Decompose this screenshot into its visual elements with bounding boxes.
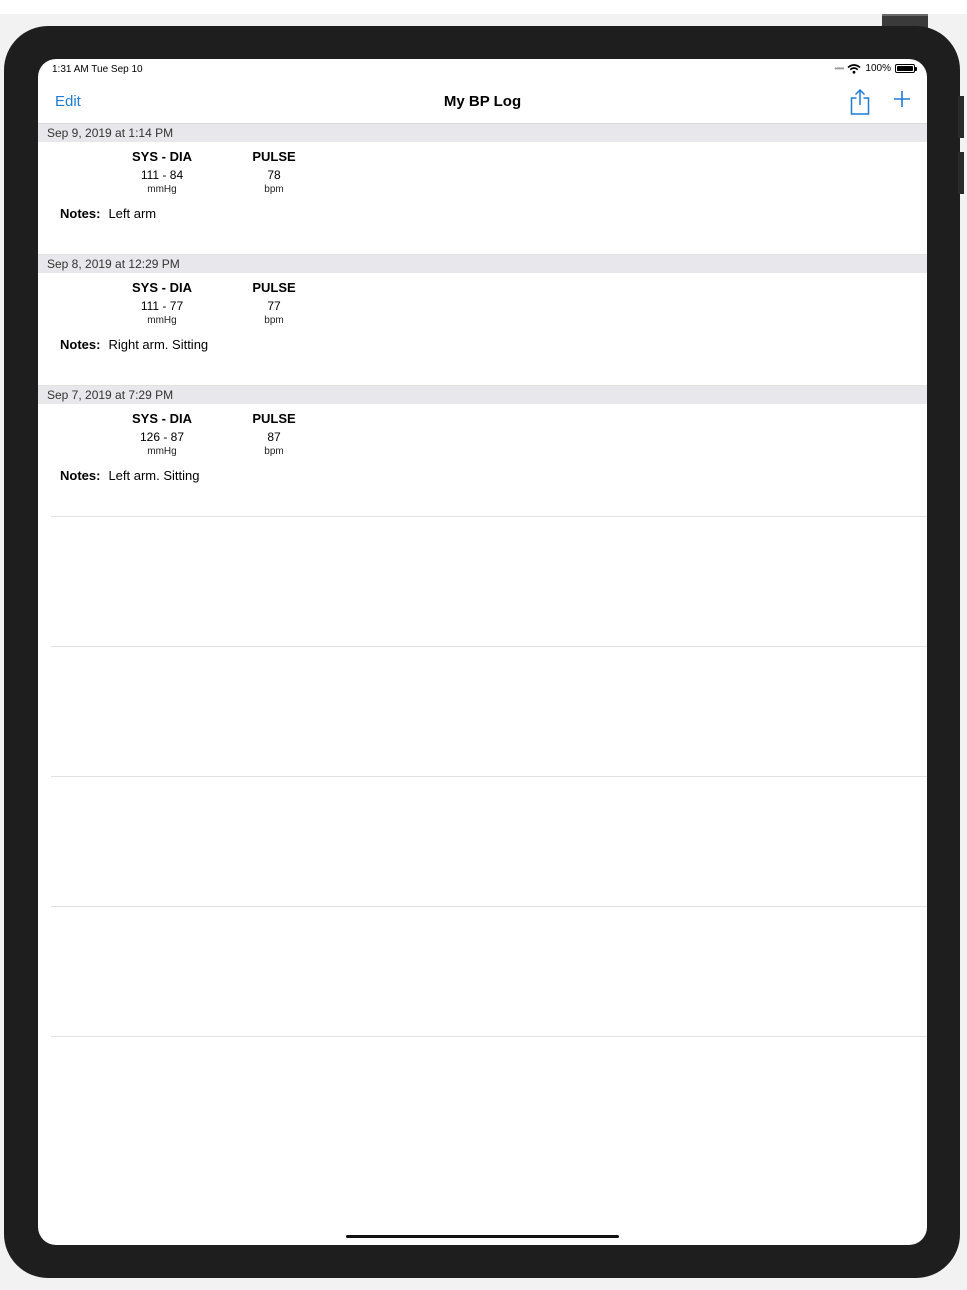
volume-up-button [958, 96, 964, 138]
pulse-column: PULSE 87 bpm [242, 411, 306, 457]
bp-log-list: Sep 9, 2019 at 1:14 PM SYS - DIA 111 - 8… [38, 124, 927, 1037]
pulse-label: PULSE [252, 411, 296, 426]
list-item[interactable]: SYS - DIA 111 - 77 mmHg PULSE 77 bpm Not… [38, 273, 927, 386]
pulse-label: PULSE [252, 149, 296, 164]
bp-unit: mmHg [147, 315, 177, 326]
pulse-unit: bpm [264, 446, 284, 457]
page-title: My BP Log [443, 93, 522, 110]
sys-dia-label: SYS - DIA [132, 411, 192, 426]
home-indicator[interactable] [346, 1235, 619, 1238]
notes-text: Right arm. Sitting [108, 337, 209, 352]
list-item[interactable]: SYS - DIA 111 - 84 mmHg PULSE 78 bpm Not… [38, 142, 927, 255]
bp-value: 111 - 77 [140, 299, 184, 313]
wifi-icon [847, 63, 861, 74]
entry-date-header: Sep 9, 2019 at 1:14 PM [38, 124, 927, 142]
bp-unit: mmHg [147, 446, 177, 457]
notes-text: Left arm. Sitting [108, 468, 200, 483]
entry-date-header: Sep 7, 2019 at 7:29 PM [38, 386, 927, 404]
status-time: 1:31 AM Tue Sep 10 [52, 64, 143, 75]
bp-value: 111 - 84 [140, 168, 184, 182]
app-screen: 1:31 AM Tue Sep 10 ••••• 100% Edit My BP… [38, 59, 927, 1245]
add-icon[interactable] [892, 89, 912, 109]
battery-icon [895, 64, 917, 73]
sys-dia-label: SYS - DIA [132, 280, 192, 295]
edit-button[interactable]: Edit [55, 93, 81, 110]
pulse-value: 78 [267, 168, 281, 182]
bp-column: SYS - DIA 111 - 84 mmHg [120, 149, 204, 195]
notes-label: Notes: [60, 468, 101, 483]
empty-row [51, 517, 927, 647]
bp-column: SYS - DIA 126 - 87 mmHg [120, 411, 204, 457]
pulse-column: PULSE 77 bpm [242, 280, 306, 326]
notes: Notes: Left arm. Sitting [60, 468, 200, 483]
notes-text: Left arm [108, 206, 157, 221]
notes-label: Notes: [60, 206, 101, 221]
status-indicators: ••••• 100% [834, 63, 917, 74]
share-icon[interactable] [849, 88, 871, 116]
signal-icon: ••••• [834, 64, 844, 73]
bp-value: 126 - 87 [139, 430, 185, 444]
empty-row [51, 907, 927, 1037]
volume-down-button [958, 152, 964, 194]
pulse-value: 87 [267, 430, 281, 444]
pulse-value: 77 [267, 299, 281, 313]
pulse-column: PULSE 78 bpm [242, 149, 306, 195]
bp-unit: mmHg [147, 184, 177, 195]
entry-date-header: Sep 8, 2019 at 12:29 PM [38, 255, 927, 273]
notes-label: Notes: [60, 337, 101, 352]
empty-row [51, 647, 927, 777]
bp-column: SYS - DIA 111 - 77 mmHg [120, 280, 204, 326]
list-item[interactable]: SYS - DIA 126 - 87 mmHg PULSE 87 bpm Not… [51, 404, 927, 517]
sys-dia-label: SYS - DIA [132, 149, 192, 164]
notes: Notes: Right arm. Sitting [60, 337, 208, 352]
pulse-label: PULSE [252, 280, 296, 295]
battery-percent: 100% [865, 63, 891, 74]
pulse-unit: bpm [264, 315, 284, 326]
navigation-bar: Edit My BP Log [38, 81, 927, 124]
empty-row [51, 777, 927, 907]
notes: Notes: Left arm [60, 206, 156, 221]
window-backdrop [0, 0, 967, 14]
pulse-unit: bpm [264, 184, 284, 195]
status-bar: 1:31 AM Tue Sep 10 ••••• 100% [38, 59, 927, 81]
